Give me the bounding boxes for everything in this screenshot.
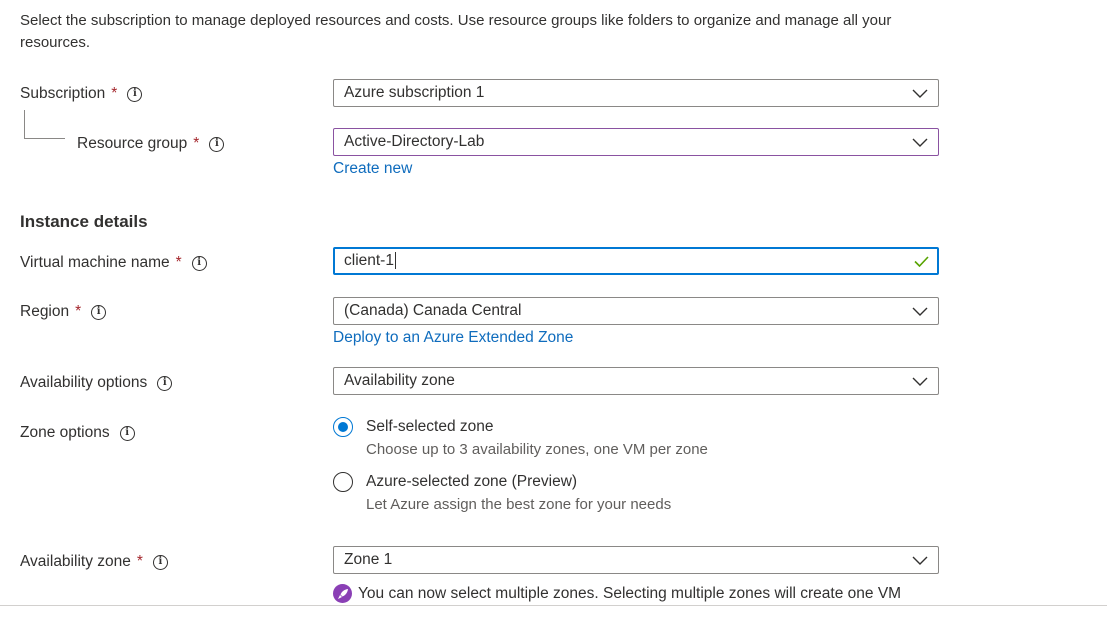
required-marker: *: [136, 553, 143, 570]
radio-unchecked-icon[interactable]: [333, 472, 353, 492]
radio-checked-icon[interactable]: [333, 417, 353, 437]
info-icon[interactable]: i: [91, 304, 107, 320]
chevron-down-icon: [910, 553, 930, 567]
region-select[interactable]: (Canada) Canada Central: [333, 297, 939, 325]
checkmark-icon: [911, 254, 931, 268]
availability-zone-label: Availability zone * i: [20, 547, 168, 577]
rocket-icon: [333, 584, 352, 603]
info-icon[interactable]: i: [119, 425, 135, 441]
required-marker: *: [111, 85, 118, 102]
bottom-divider: [0, 605, 1107, 606]
vm-name-input[interactable]: client-1: [333, 247, 939, 275]
availability-zone-select[interactable]: Zone 1: [333, 546, 939, 574]
info-icon[interactable]: i: [127, 86, 143, 102]
subscription-label: Subscription * i: [20, 79, 143, 109]
radio-self-selected-zone[interactable]: Self-selected zone Choose up to 3 availa…: [333, 416, 708, 462]
chevron-down-icon: [910, 86, 930, 100]
vm-name-label: Virtual machine name * i: [20, 248, 207, 278]
text-caret: [394, 252, 396, 270]
required-marker: *: [193, 135, 200, 152]
intro-text: Select the subscription to manage deploy…: [20, 12, 892, 51]
chevron-down-icon: [910, 374, 930, 388]
radio-label: Self-selected zone: [366, 418, 494, 435]
radio-description: Choose up to 3 availability zones, one V…: [366, 441, 708, 458]
resource-group-label: Resource group * i: [77, 129, 225, 159]
availability-options-select[interactable]: Availability zone: [333, 367, 939, 395]
section-heading: Instance details: [20, 212, 148, 231]
required-marker: *: [175, 254, 182, 271]
resource-group-select[interactable]: Active-Directory-Lab: [333, 128, 939, 156]
info-icon[interactable]: i: [157, 375, 173, 391]
radio-azure-selected-zone[interactable]: Azure-selected zone (Preview) Let Azure …: [333, 471, 671, 517]
multi-zone-notice: You can now select multiple zones. Selec…: [333, 584, 901, 603]
info-icon[interactable]: i: [152, 554, 168, 570]
region-label: Region * i: [20, 297, 107, 327]
tree-connector: [24, 110, 65, 139]
create-new-link[interactable]: Create new: [333, 160, 412, 178]
extended-zone-link[interactable]: Deploy to an Azure Extended Zone: [333, 329, 573, 347]
info-icon[interactable]: i: [209, 136, 225, 152]
chevron-down-icon: [910, 135, 930, 149]
radio-description: Let Azure assign the best zone for your …: [366, 496, 672, 513]
notice-text: You can now select multiple zones. Selec…: [358, 584, 902, 602]
zone-options-label: Zone options i: [20, 418, 135, 448]
chevron-down-icon: [910, 304, 930, 318]
required-marker: *: [75, 303, 82, 320]
subscription-select[interactable]: Azure subscription 1: [333, 79, 939, 107]
info-icon[interactable]: i: [191, 255, 207, 271]
availability-options-label: Availability options i: [20, 368, 173, 398]
vm-basics-form: Select the subscription to manage deploy…: [0, 0, 1107, 628]
radio-label: Azure-selected zone (Preview): [366, 473, 578, 490]
